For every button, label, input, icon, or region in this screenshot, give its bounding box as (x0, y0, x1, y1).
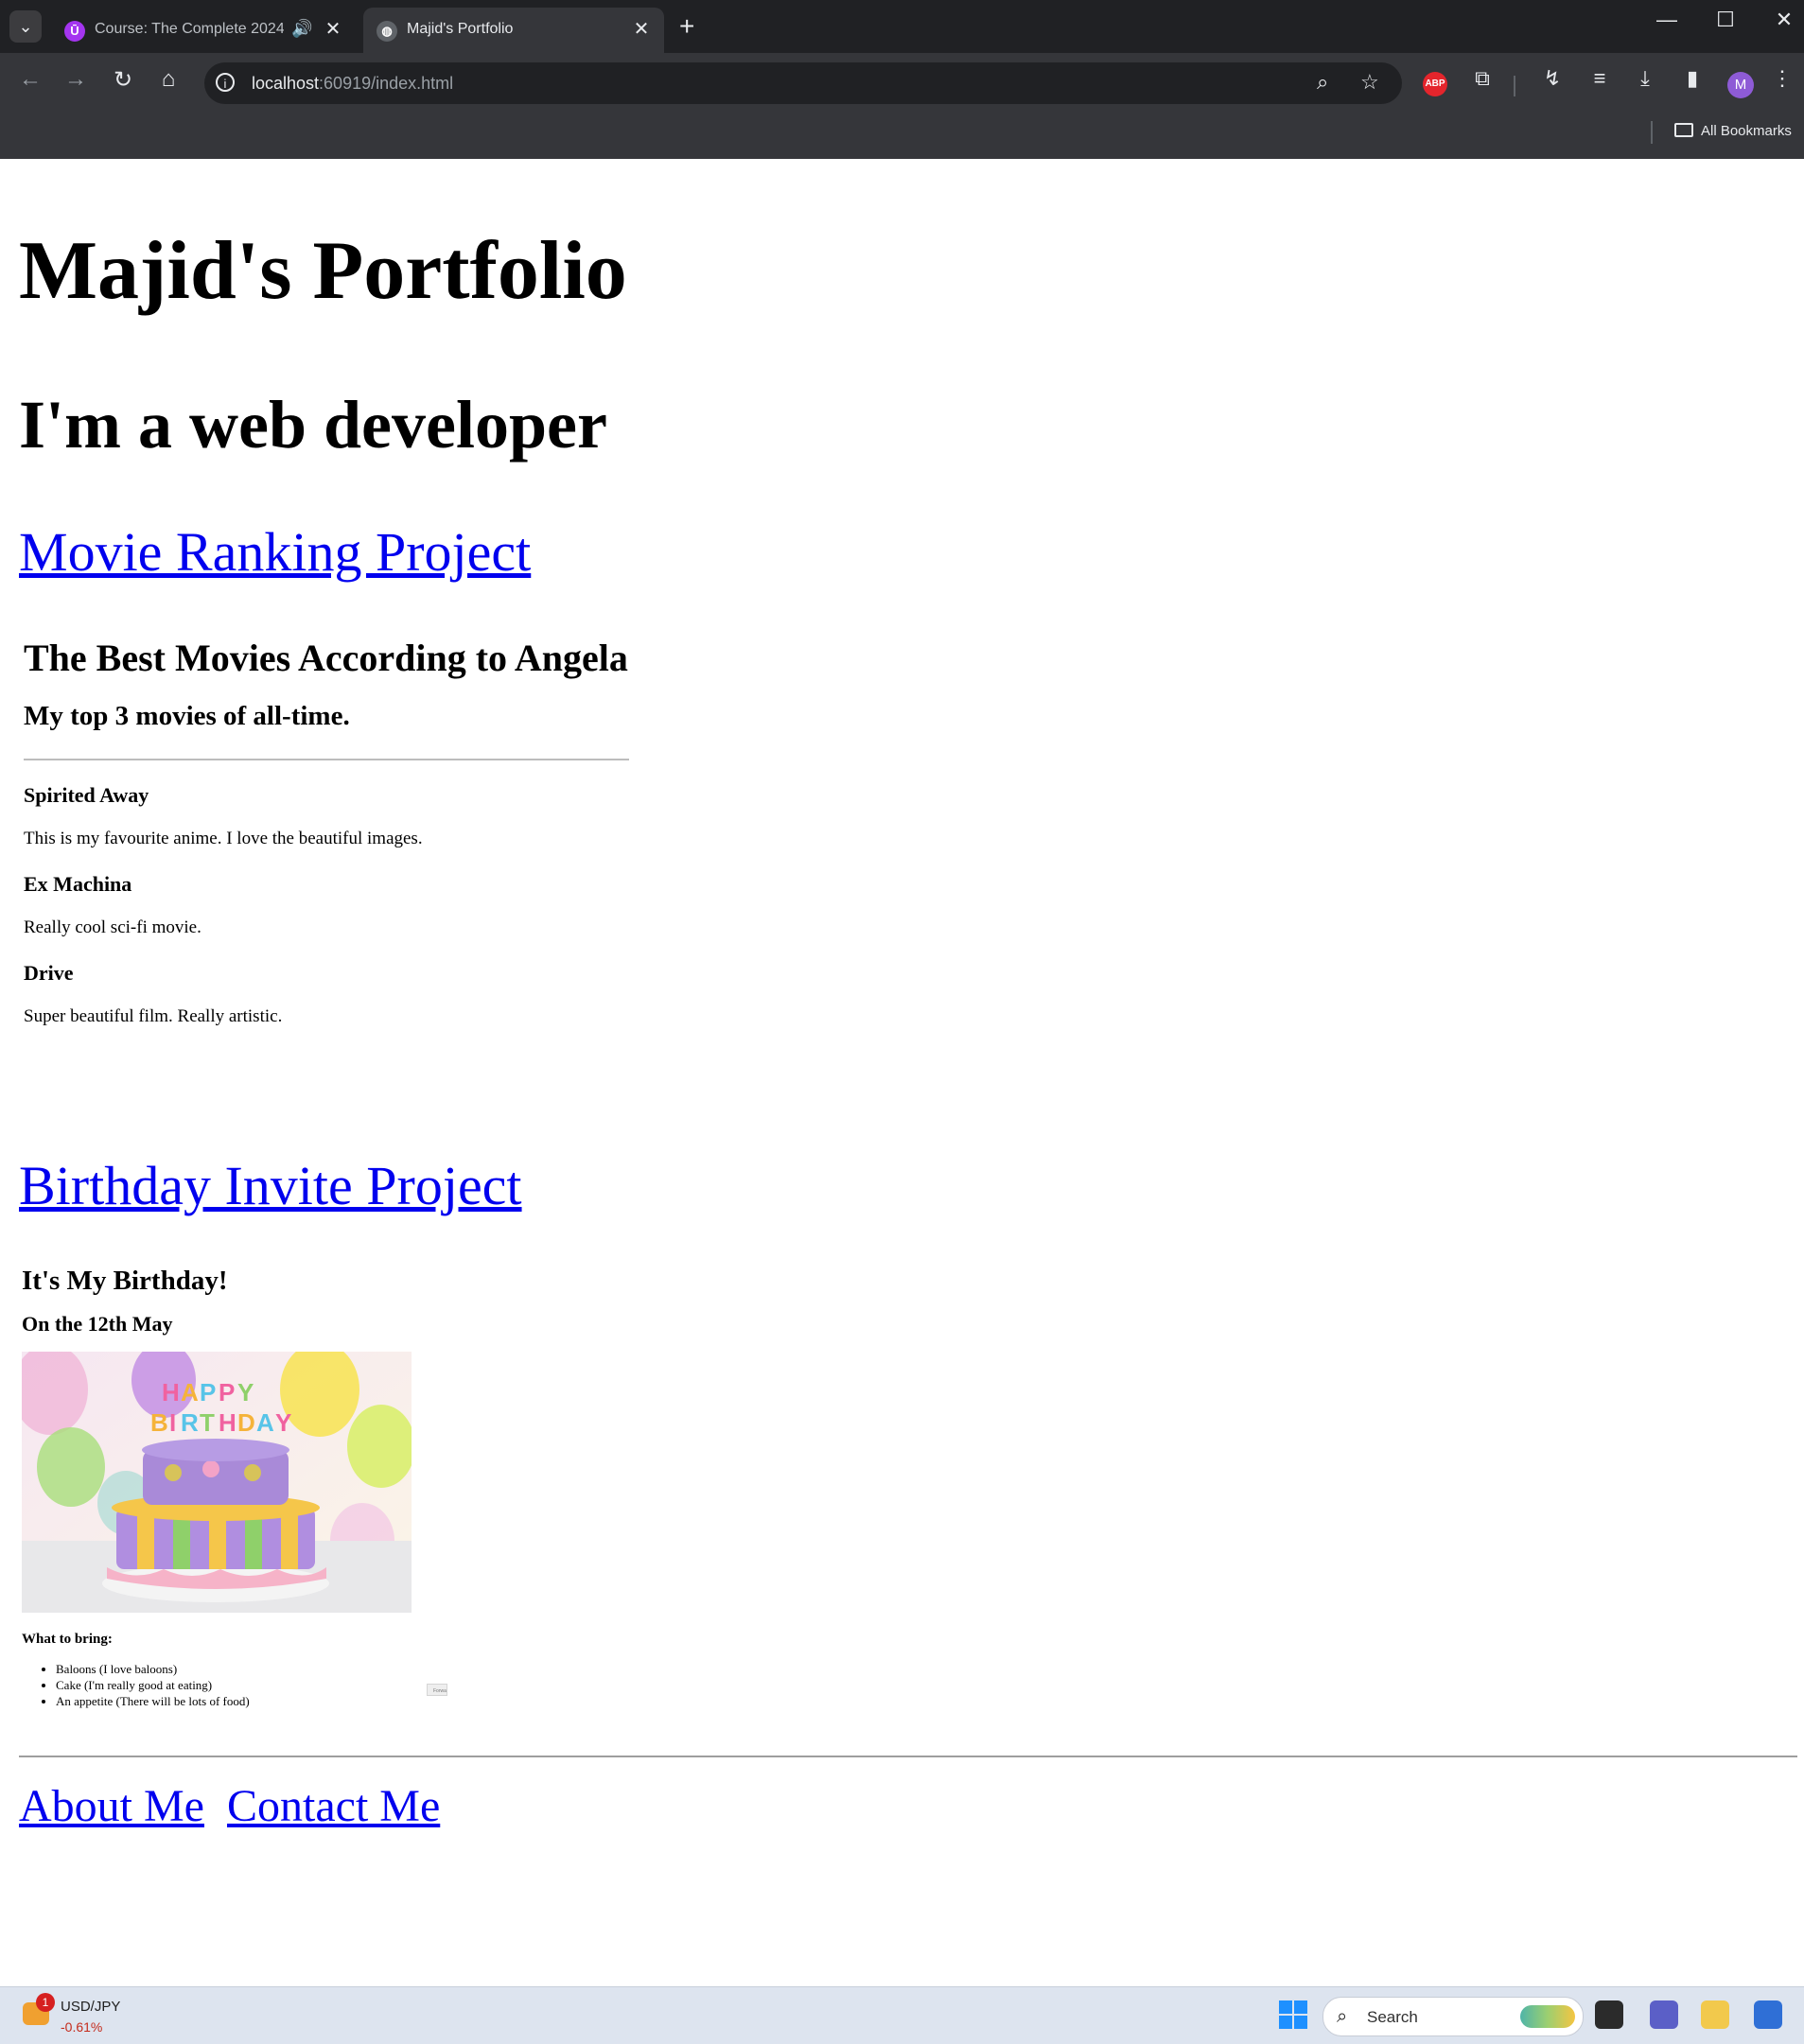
taskbar-search[interactable]: ⌕ Search (1322, 1997, 1584, 2036)
browser-chrome: ⌄ Ū Course: The Complete 2024 Web Develo… (0, 0, 1804, 159)
teams-icon[interactable] (1650, 2000, 1678, 2029)
widget-title: USD/JPY (61, 1999, 121, 2015)
maximize-icon[interactable]: ☐ (1707, 8, 1744, 32)
movie-name: Ex Machina (24, 872, 132, 896)
adblock-icon[interactable]: ABP (1423, 72, 1447, 96)
svg-text:D: D (237, 1408, 255, 1437)
birthday-cake-image: H A P P Y B I R T H D A Y (22, 1352, 412, 1613)
url-text[interactable]: localhost:60919/index.html (252, 74, 453, 94)
close-icon[interactable]: ✕ (630, 17, 653, 41)
reload-icon[interactable]: ↻ (106, 66, 140, 94)
movie-project-link[interactable]: Movie Ranking Project (19, 520, 531, 584)
extensions-icon[interactable]: ⧉ (1466, 66, 1498, 91)
all-bookmarks-button[interactable]: All Bookmarks (1674, 123, 1792, 139)
movie-description: This is my favourite anime. I love the b… (24, 829, 423, 848)
tab-search-button[interactable]: ⌄ (9, 10, 42, 43)
tab-portfolio[interactable]: ◍ Majid's Portfolio ✕ (363, 8, 664, 53)
svg-text:Y: Y (237, 1378, 254, 1406)
minimize-icon[interactable]: — (1648, 8, 1686, 32)
home-icon[interactable]: ⌂ (151, 66, 185, 93)
folder-icon (1674, 123, 1693, 137)
forward-button[interactable]: Forward (427, 1684, 447, 1696)
tab-course[interactable]: Ū Course: The Complete 2024 Web Developm… (51, 8, 358, 53)
movies-subtitle: My top 3 movies of all-time. (24, 701, 350, 731)
svg-text:I: I (169, 1408, 176, 1437)
footer-links: About Me Contact Me (19, 1780, 451, 1832)
movie-name: Drive (24, 961, 74, 985)
list-item: An appetite (There will be lots of food) (56, 1693, 589, 1709)
task-view-icon[interactable] (1595, 2000, 1623, 2029)
notification-badge: 1 (36, 1993, 55, 2012)
birthday-title: It's My Birthday! (22, 1266, 228, 1296)
contact-me-link[interactable]: Contact Me (227, 1781, 440, 1831)
page-content: Majid's Portfolio I'm a web developer Mo… (0, 159, 1804, 1986)
widget-value: -0.61% (61, 2019, 103, 2035)
movie-ranking-embed: The Best Movies According to Angela My t… (24, 636, 629, 1027)
bookmarks-divider (1651, 121, 1653, 144)
svg-text:Y: Y (275, 1408, 291, 1437)
new-tab-button[interactable]: + (679, 11, 694, 42)
bookmarks-bar: All Bookmarks (0, 114, 1804, 159)
file-explorer-icon[interactable] (1701, 2000, 1729, 2029)
menu-icon[interactable]: ⋮ (1771, 66, 1794, 91)
list-item: Baloons (I love baloons) (56, 1661, 589, 1677)
profile-avatar[interactable]: M (1727, 72, 1754, 98)
forward-icon[interactable]: → (59, 66, 93, 93)
chevron-down-icon: ⌄ (18, 17, 33, 36)
birthday-invite-embed: It's My Birthday! On the 12th May H A P … (22, 1266, 589, 1709)
movies-title: The Best Movies According to Angela (24, 637, 628, 679)
bookmark-star-icon[interactable]: ☆ (1360, 70, 1379, 95)
movie-description: Really cool sci-fi movie. (24, 917, 201, 937)
zoom-icon[interactable]: ⌕ (1317, 70, 1328, 95)
birthday-project-link[interactable]: Birthday Invite Project (19, 1154, 522, 1217)
toolbar-divider (1514, 76, 1515, 96)
search-placeholder: Search (1367, 2008, 1418, 2026)
list-item: Cake (I'm really good at eating) (56, 1677, 589, 1693)
svg-text:H: H (162, 1378, 180, 1406)
close-icon[interactable]: ✕ (322, 17, 344, 41)
address-bar[interactable]: i localhost:60919/index.html ⌕ ☆ (204, 62, 1402, 104)
search-highlight-icon (1520, 2005, 1575, 2028)
birthday-date: On the 12th May (22, 1312, 173, 1336)
site-info-icon[interactable]: i (216, 73, 235, 92)
download-icon[interactable]: ⤓ (1629, 66, 1661, 91)
search-icon: ⌕ (1337, 2006, 1348, 2027)
udemy-icon: Ū (64, 21, 85, 42)
movies-divider (24, 759, 629, 760)
movie-description: Super beautiful film. Really artistic. (24, 1006, 283, 1026)
svg-text:A: A (256, 1408, 274, 1437)
windows-start-icon[interactable] (1279, 2000, 1307, 2029)
tab-title: Course: The Complete 2024 Web Developmen… (95, 21, 284, 37)
about-me-link[interactable]: About Me (19, 1781, 204, 1831)
side-panel-icon[interactable]: ▮ (1676, 66, 1708, 91)
svg-text:A: A (181, 1378, 199, 1406)
back-icon[interactable]: ← (13, 66, 47, 93)
bring-list: Baloons (I love baloons) Cake (I'm reall… (22, 1661, 589, 1709)
tab-strip: ⌄ Ū Course: The Complete 2024 Web Develo… (0, 0, 1804, 53)
speaker-icon[interactable]: 🔊 (291, 19, 312, 39)
bring-label: What to bring: (22, 1632, 113, 1647)
globe-icon: ◍ (377, 21, 397, 42)
tab-title: Majid's Portfolio (407, 21, 514, 37)
performance-icon[interactable]: ↯ (1536, 66, 1568, 91)
svg-text:R: R (181, 1408, 199, 1437)
page-subtitle: I'm a web developer (19, 387, 607, 463)
svg-text:B: B (150, 1408, 168, 1437)
svg-text:T: T (200, 1408, 215, 1437)
svg-text:P: P (200, 1378, 216, 1406)
store-icon[interactable] (1754, 2000, 1782, 2029)
toolbar: ← → ↻ ⌂ i localhost:60919/index.html ⌕ ☆… (0, 53, 1804, 114)
svg-text:H: H (219, 1408, 236, 1437)
taskbar: 1 USD/JPY -0.61% ⌕ Search (0, 1986, 1804, 2044)
movie-name: Spirited Away (24, 783, 149, 807)
window-close-icon[interactable]: ✕ (1765, 8, 1803, 32)
media-control-icon[interactable]: ≡ (1584, 66, 1616, 91)
svg-text:P: P (219, 1378, 235, 1406)
page-title: Majid's Portfolio (19, 225, 627, 317)
footer-divider (19, 1756, 1797, 1757)
